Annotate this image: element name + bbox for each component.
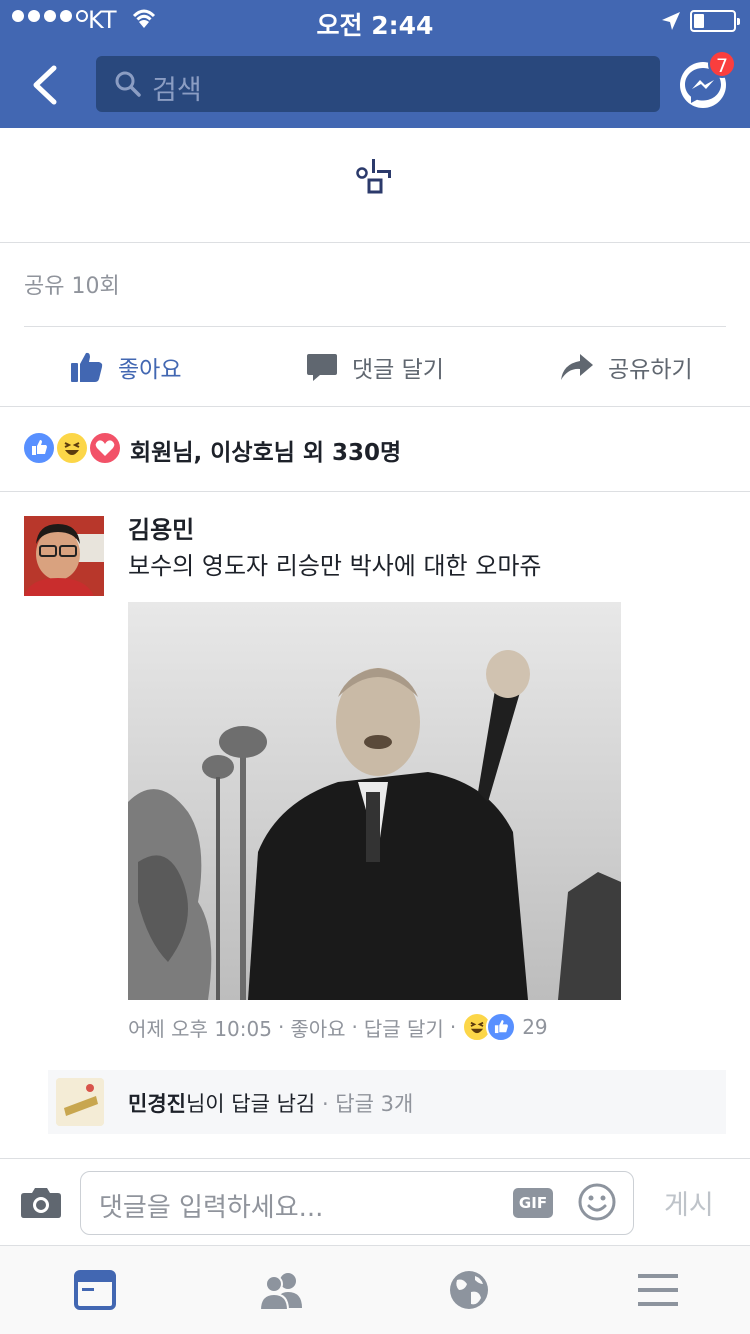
comment-label: 댓글 달기 (352, 357, 444, 383)
search-placeholder: 검색 (152, 75, 202, 106)
reactors-text: 회원님, 이상호님 외 330명 (130, 440, 402, 466)
comment-like-link[interactable]: 좋아요 (290, 1013, 345, 1042)
back-chevron-icon[interactable] (26, 64, 66, 106)
commenter-name[interactable]: 김용민 (128, 510, 194, 545)
tab-bar (0, 1246, 750, 1334)
camera-icon[interactable] (20, 1185, 62, 1219)
status-bar: KT 오전 2:44 (0, 0, 750, 40)
clock: 오전 2:44 (316, 11, 434, 40)
top-bar: KT 오전 2:44 검색 7 (0, 0, 750, 128)
sticker-smile-icon[interactable] (577, 1182, 617, 1222)
replies-summary[interactable]: 민경진님이 답글 남김 · 답글 3개 (48, 1070, 726, 1134)
search-icon (115, 71, 141, 97)
like-reaction-icon (22, 431, 56, 465)
commenter-avatar[interactable] (24, 516, 104, 596)
comment-composer: 댓글을 입력하세요... GIF 게시 (0, 1158, 750, 1246)
gif-button[interactable]: GIF (513, 1188, 553, 1218)
post-button[interactable]: 게시 (664, 1183, 714, 1222)
post-actions: 좋아요 댓글 달기 공유하기 (0, 327, 750, 407)
reply-summary-text: 민경진님이 답글 남김 · 답글 3개 (128, 1092, 414, 1116)
share-label: 공유하기 (608, 357, 693, 383)
friends-icon[interactable] (258, 1268, 304, 1312)
comment-meta: 어제 오후 10:05 · 좋아요 · 답글 달기 · 29 (128, 1012, 548, 1042)
reactions-summary[interactable]: 회원님, 이상호님 외 330명 (0, 407, 750, 492)
comment-input-placeholder: 댓글을 입력하세요... (99, 1193, 324, 1223)
share-button[interactable]: 공유하기 (560, 347, 693, 387)
search-bar[interactable]: 검색 (96, 56, 660, 112)
comment-button[interactable]: 댓글 달기 (306, 347, 444, 387)
thumbs-up-icon (71, 352, 103, 382)
menu-icon[interactable] (636, 1268, 682, 1312)
love-reaction-icon (88, 431, 122, 465)
share-count[interactable]: 공유 10회 (24, 268, 120, 300)
comment-time[interactable]: 어제 오후 10:05 (128, 1013, 272, 1042)
comment-photo[interactable] (128, 602, 621, 1000)
messenger-badge: 7 (708, 50, 736, 78)
news-feed-icon[interactable] (72, 1268, 118, 1312)
page-logo (356, 159, 391, 194)
comment-reply-link[interactable]: 답글 달기 (364, 1013, 444, 1042)
post-content-area (0, 128, 750, 243)
battery-icon (690, 10, 740, 32)
replier-name: 민경진 (128, 1092, 186, 1116)
like-button[interactable]: 좋아요 (70, 347, 181, 387)
reply-count: 답글 3개 (335, 1092, 414, 1116)
comment-input[interactable]: 댓글을 입력하세요... GIF (80, 1171, 634, 1235)
share-arrow-icon (561, 354, 593, 380)
location-arrow-icon (662, 12, 680, 30)
like-label: 좋아요 (118, 357, 182, 383)
comment-text: 보수의 영도자 리승만 박사에 대한 오마쥬 (128, 552, 542, 580)
haha-reaction-icon (55, 431, 89, 465)
replier-avatar (56, 1078, 104, 1126)
reply-suffix: 님이 답글 남김 (185, 1092, 316, 1116)
like-reaction-icon (486, 1012, 517, 1042)
comment-icon (307, 354, 337, 381)
globe-icon[interactable] (447, 1268, 493, 1312)
comment-reaction-count[interactable]: 29 (522, 1015, 547, 1039)
